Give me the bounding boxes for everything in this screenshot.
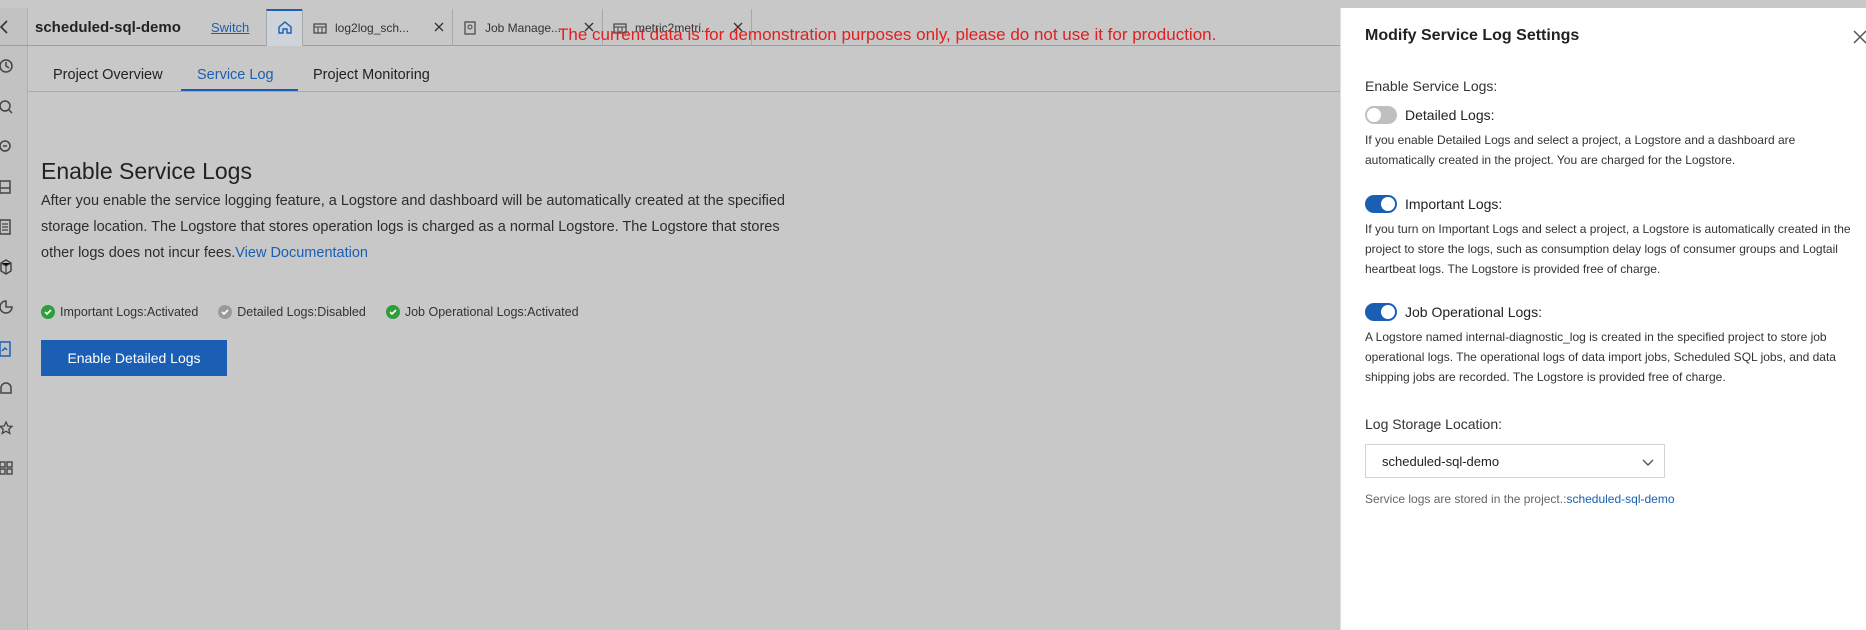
- tab-label: log2log_sch...: [335, 20, 410, 35]
- search-icon[interactable]: [0, 99, 16, 115]
- view-documentation-link[interactable]: View Documentation: [235, 245, 368, 261]
- description-text: After you enable the service logging fea…: [41, 193, 785, 261]
- toggle-row-job-operational-logs: Job Operational Logs:: [1365, 303, 1542, 321]
- status-text: Job Operational Logs:Activated: [404, 305, 579, 319]
- detailed-logs-toggle[interactable]: [1365, 106, 1397, 124]
- home-icon: [277, 19, 293, 38]
- storage-note-text: Service logs are stored in the project.:: [1365, 492, 1567, 506]
- status-detailed-logs: Detailed Logs:Disabled: [218, 305, 366, 319]
- toggle-knob: [1367, 108, 1381, 122]
- package-icon[interactable]: [0, 259, 16, 275]
- drawer-title: Modify Service Log Settings: [1365, 27, 1580, 44]
- chart-pie-icon[interactable]: [0, 299, 16, 315]
- bell-icon[interactable]: [0, 381, 16, 397]
- star-icon[interactable]: [0, 420, 16, 437]
- active-tab-indicator: [181, 89, 298, 91]
- project-name: scheduled-sql-demo: [35, 19, 181, 36]
- job-operational-logs-toggle[interactable]: [1365, 303, 1397, 321]
- toggle-row-detailed-logs: Detailed Logs:: [1365, 106, 1495, 124]
- toggle-label: Detailed Logs:: [1405, 107, 1495, 123]
- toggle-knob: [1381, 305, 1395, 319]
- status-job-operational-logs: Job Operational Logs:Activated: [385, 305, 579, 319]
- service-log-icon[interactable]: [0, 341, 16, 357]
- tab-service-log[interactable]: Service Log: [197, 67, 274, 83]
- important-logs-toggle[interactable]: [1365, 195, 1397, 213]
- history-icon[interactable]: [0, 58, 16, 74]
- check-circle-icon: [385, 305, 400, 319]
- page-title: Enable Service Logs: [41, 158, 252, 184]
- modify-settings-drawer: Modify Service Log Settings Enable Servi…: [1340, 8, 1866, 630]
- toggle-label: Job Operational Logs:: [1405, 304, 1542, 320]
- check-circle-icon: [218, 305, 233, 319]
- job-icon: [463, 20, 477, 35]
- close-icon[interactable]: [434, 21, 444, 32]
- query-icon[interactable]: [0, 139, 16, 155]
- app-page: scheduled-sql-demo Switch log2log_sch...: [0, 0, 1866, 630]
- storage-note: Service logs are stored in the project.:…: [1365, 492, 1675, 506]
- status-text: Important Logs:Activated: [60, 305, 199, 319]
- toggle-row-important-logs: Important Logs:: [1365, 195, 1502, 213]
- tab-log2log[interactable]: log2log_sch...: [302, 9, 452, 46]
- status-text: Detailed Logs:Disabled: [237, 305, 366, 319]
- log-storage-location-select[interactable]: scheduled-sql-demo: [1365, 444, 1665, 478]
- job-operational-logs-description: A Logstore named internal-diagnostic_log…: [1365, 330, 1836, 384]
- storage-project-link[interactable]: scheduled-sql-demo: [1566, 492, 1674, 506]
- log-storage-location-label: Log Storage Location:: [1365, 416, 1502, 432]
- enable-detailed-logs-button[interactable]: Enable Detailed Logs: [41, 340, 227, 376]
- grid-icon[interactable]: [0, 461, 16, 477]
- log-status-row: Important Logs:Activated Detailed Logs:D…: [41, 305, 599, 319]
- demo-warning-banner: The current data is for demonstration pu…: [558, 25, 1217, 44]
- tab-label: Job Manage...: [485, 20, 562, 35]
- important-logs-description: If you turn on Important Logs and select…: [1365, 222, 1851, 276]
- enable-service-logs-label: Enable Service Logs:: [1365, 78, 1498, 94]
- status-important-logs: Important Logs:Activated: [41, 305, 198, 319]
- table-icon: [313, 21, 327, 35]
- toggle-knob: [1381, 197, 1395, 211]
- select-value: scheduled-sql-demo: [1382, 453, 1500, 469]
- document-icon[interactable]: [0, 219, 16, 235]
- page-tabs: Project Overview Service Log Project Mon…: [28, 58, 1340, 92]
- tab-project-monitoring[interactable]: Project Monitoring: [313, 67, 430, 83]
- dashboard-icon[interactable]: [0, 179, 16, 195]
- switch-project-link[interactable]: Switch: [211, 20, 249, 35]
- tab-project-overview[interactable]: Project Overview: [53, 67, 163, 83]
- check-circle-icon: [41, 305, 55, 319]
- toggle-label: Important Logs:: [1405, 196, 1503, 212]
- left-nav-rail: [0, 8, 28, 630]
- tab-home[interactable]: [266, 9, 302, 46]
- chevron-down-icon: [1642, 456, 1654, 468]
- detailed-logs-description: If you enable Detailed Logs and select a…: [1365, 133, 1796, 167]
- close-icon[interactable]: [1853, 30, 1866, 44]
- service-log-description: After you enable the service logging fea…: [41, 188, 811, 266]
- back-chevron-icon[interactable]: [0, 18, 10, 36]
